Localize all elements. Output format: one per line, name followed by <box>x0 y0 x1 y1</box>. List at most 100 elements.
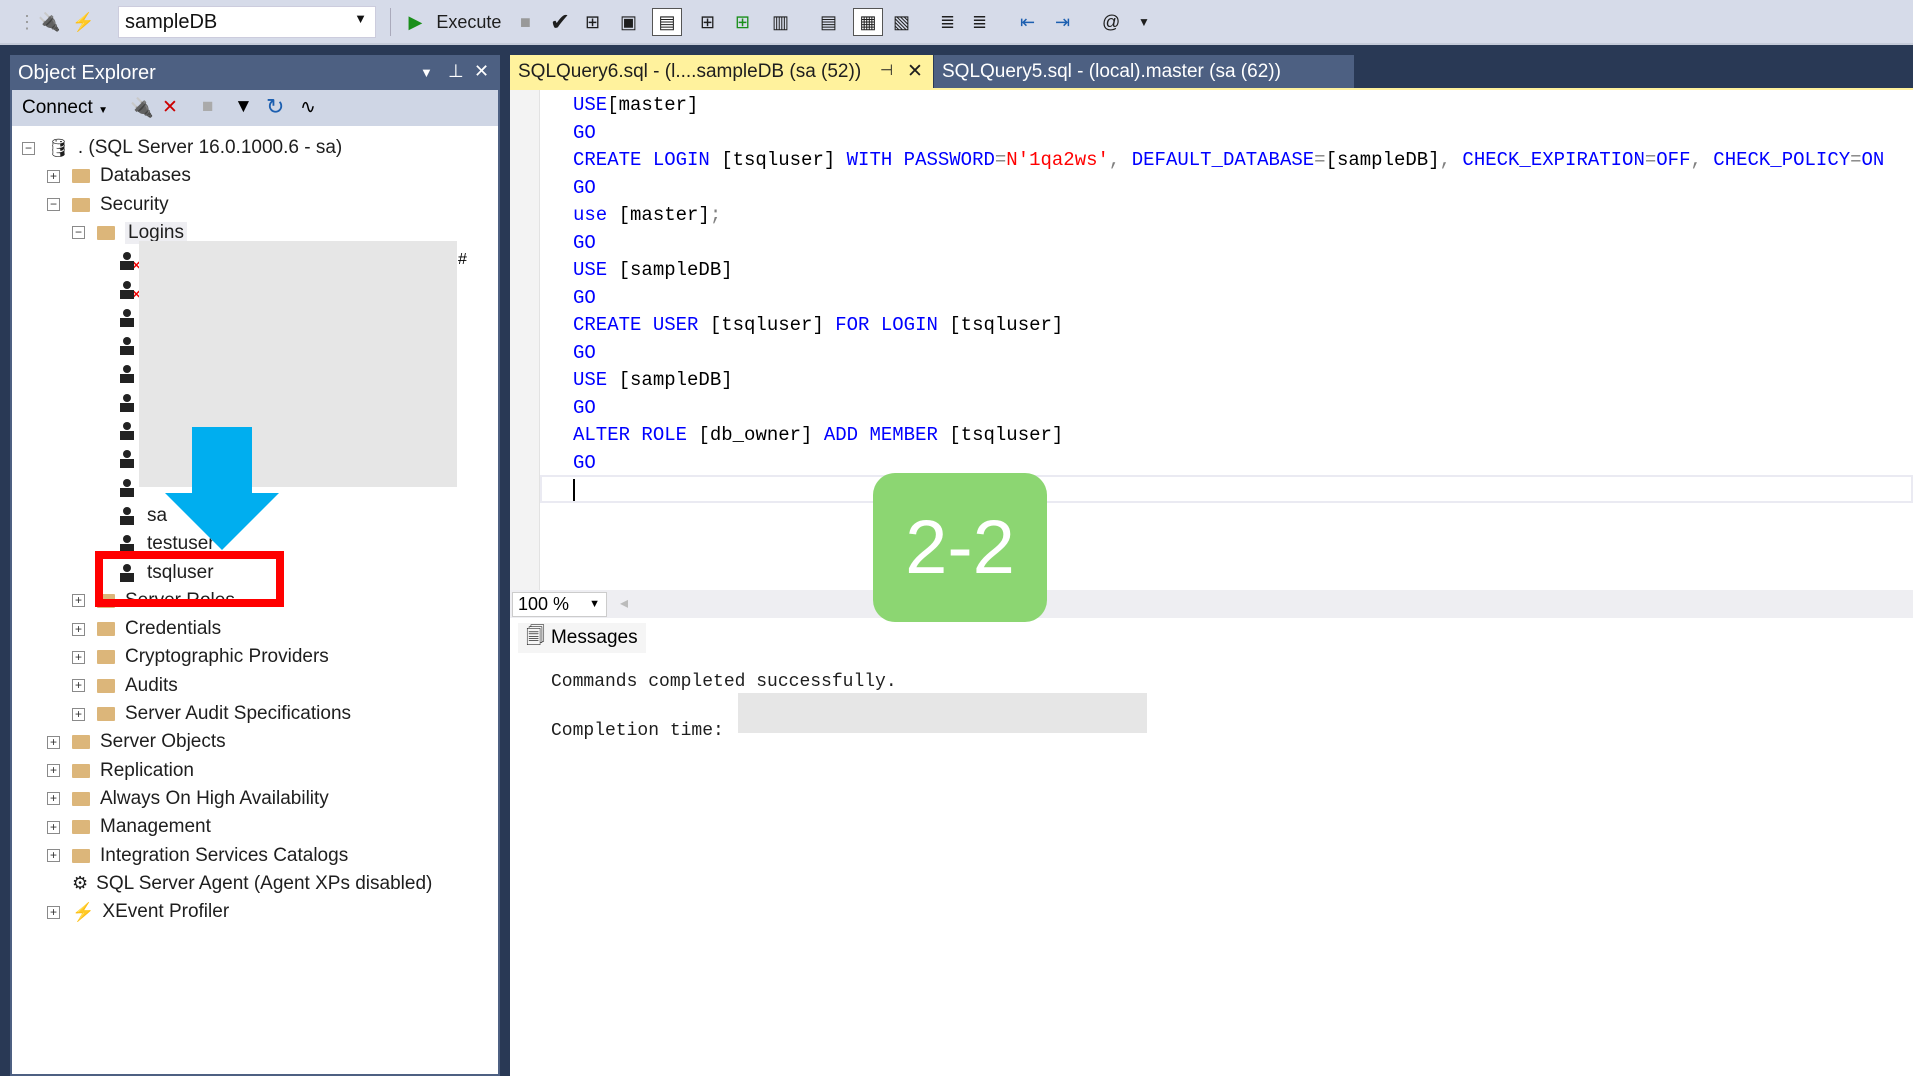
query-options-icon[interactable]: ▣ <box>620 8 637 36</box>
login-user-icon <box>119 506 135 525</box>
sql-token: [sampleDB] <box>607 259 733 281</box>
dropdown-icon[interactable]: ▼ <box>420 65 433 80</box>
tree-item[interactable]: sa <box>119 502 167 530</box>
sql-keyword: CREATE USER <box>573 314 699 336</box>
outdent-icon[interactable]: ⇤ <box>1020 8 1035 36</box>
step-badge-label: 2-2 <box>905 505 1015 590</box>
expand-icon[interactable]: + <box>72 707 85 721</box>
tree-item-label: Server Objects <box>100 731 226 753</box>
expand-icon[interactable]: + <box>47 792 60 806</box>
actual-plan-icon[interactable]: ⊞ <box>735 8 750 36</box>
results-text-icon[interactable]: ▤ <box>820 8 837 36</box>
redacted-completion-time <box>738 693 1147 733</box>
tree-item[interactable]: − 🛢 . (SQL Server 16.0.1000.6 - sa) <box>22 134 342 162</box>
disconnect-icon[interactable]: ⚡ <box>72 8 94 36</box>
expand-icon[interactable]: + <box>47 820 60 834</box>
chevron-down-icon: ▼ <box>589 598 600 610</box>
folder-icon <box>72 820 90 835</box>
tree-item[interactable]: + Integration Services Catalogs <box>47 842 348 870</box>
expand-icon[interactable]: + <box>72 622 85 636</box>
zoom-select[interactable]: 100 % ▼ <box>512 592 607 617</box>
play-icon: ▶ <box>408 11 423 32</box>
indent-icon[interactable]: ⇥ <box>1055 8 1070 36</box>
activity-monitor-icon[interactable]: ∿ <box>300 96 316 119</box>
tab-sqlquery6[interactable]: SQLQuery6.sql - (l....sampleDB (sa (52))… <box>510 55 933 88</box>
tree-item[interactable]: + Replication <box>47 757 194 785</box>
results-file-icon[interactable]: ▧ <box>893 8 910 36</box>
expand-icon[interactable]: + <box>47 849 60 862</box>
tree-item[interactable]: + Credentials <box>72 615 221 643</box>
server-icon: 🛢 <box>47 137 70 158</box>
sql-keyword: FOR LOGIN <box>835 314 938 336</box>
collapse-icon[interactable]: − <box>72 226 85 240</box>
tree-item[interactable]: ⚙ SQL Server Agent (Agent XPs disabled) <box>47 870 432 898</box>
tree-item[interactable]: − Security <box>47 191 169 219</box>
pin-icon[interactable]: ⊣ <box>880 61 893 79</box>
database-select[interactable]: sampleDB ▼ <box>118 6 376 38</box>
folder-icon <box>72 848 90 863</box>
tree-item-label: Replication <box>100 759 194 781</box>
folder-icon <box>97 225 115 240</box>
stop-icon[interactable]: ■ <box>520 8 531 36</box>
tab-sqlquery5[interactable]: SQLQuery5.sql - (local).master (sa (62)) <box>934 55 1354 88</box>
execute-button[interactable]: ▶ Execute <box>400 8 510 36</box>
expand-icon[interactable]: + <box>72 594 85 608</box>
plan-icon[interactable]: ⊞ <box>585 8 600 36</box>
expand-icon[interactable]: + <box>47 764 60 778</box>
tree-item[interactable]: + ⚡ XEvent Profiler <box>47 898 229 926</box>
expand-icon[interactable]: + <box>47 735 60 749</box>
tree-item[interactable]: + Server Objects <box>47 728 226 756</box>
expand-icon[interactable]: + <box>72 679 85 693</box>
refresh-icon[interactable]: ↻ <box>266 94 284 120</box>
scroll-left-icon[interactable]: ◂ <box>620 593 628 613</box>
tree-item[interactable]: + Always On High Availability <box>47 785 329 813</box>
object-explorer-title: Object Explorer <box>18 62 156 84</box>
tree-item[interactable]: + Server Roles <box>72 587 235 615</box>
connect-icon[interactable]: 🔌 <box>38 8 60 36</box>
expand-icon[interactable]: + <box>72 650 85 664</box>
comment-icon[interactable]: ≣ <box>940 8 955 36</box>
results-grid-icon[interactable]: ▦ <box>853 8 883 36</box>
tree-item[interactable]: + Cryptographic Providers <box>72 643 329 671</box>
tree-item-label: Security <box>100 193 169 215</box>
expand-icon[interactable]: + <box>47 905 60 919</box>
sql-token: [tsqluser] <box>937 314 1064 336</box>
code-line: GO <box>573 450 1884 478</box>
filter-icon[interactable]: ▼ <box>234 96 253 118</box>
zoom-value: 100 % <box>518 594 570 614</box>
overflow-chevron-icon[interactable]: ▼ <box>1138 8 1150 36</box>
collapse-icon[interactable]: − <box>47 198 60 212</box>
sql-token: = <box>1850 149 1862 171</box>
pin-icon[interactable]: ⊥ <box>448 61 464 82</box>
sql-keyword: GO <box>573 231 596 254</box>
tree-item[interactable]: + Management <box>47 813 211 841</box>
close-icon[interactable]: ✕ <box>474 61 489 82</box>
tree-item[interactable]: + Audits <box>72 672 178 700</box>
query-editor[interactable]: USE[master] GO CREATE LOGIN [tsqluser] WIT… <box>510 88 1913 590</box>
messages-tab[interactable]: 🗐 Messages <box>518 623 646 653</box>
sql-code[interactable]: USE[master] GO CREATE LOGIN [tsqluser] WIT… <box>573 92 1884 477</box>
folder-icon <box>97 622 115 637</box>
text-caret <box>573 479 575 501</box>
expand-icon[interactable]: + <box>47 169 60 183</box>
collapse-icon[interactable]: − <box>22 141 35 155</box>
login-user-icon <box>119 308 135 327</box>
display-plan-icon[interactable]: ⊞ <box>700 8 715 36</box>
stop-icon[interactable]: ■ <box>202 96 213 118</box>
disconnect-icon[interactable]: ✕ <box>162 96 178 119</box>
toolbar: ⋮ 🔌 ⚡ sampleDB ▼ ▶ Execute ■ ✔ ⊞ ▣ ▤ ⊞ ⊞ ▥… <box>0 0 1913 45</box>
template-params-icon[interactable]: @ <box>1102 8 1120 36</box>
intellisense-icon[interactable]: ▤ <box>652 8 682 36</box>
current-line-highlight <box>540 475 1913 503</box>
connect-plug-icon[interactable]: 🔌 <box>130 96 154 120</box>
tree-item[interactable]: tsqluser <box>119 559 214 587</box>
parse-icon[interactable]: ✔ <box>550 8 570 36</box>
statistics-icon[interactable]: ▥ <box>772 8 789 36</box>
uncomment-icon[interactable]: ≣ <box>972 8 987 36</box>
tree-item[interactable]: + Server Audit Specifications <box>72 700 351 728</box>
tree-item[interactable]: + Databases <box>47 162 191 190</box>
connect-button[interactable]: Connect ▼ <box>22 97 108 119</box>
close-tab-icon[interactable]: ✕ <box>907 60 923 83</box>
results-pane: 🗐 Messages Commands completed successfull… <box>510 618 1913 1076</box>
